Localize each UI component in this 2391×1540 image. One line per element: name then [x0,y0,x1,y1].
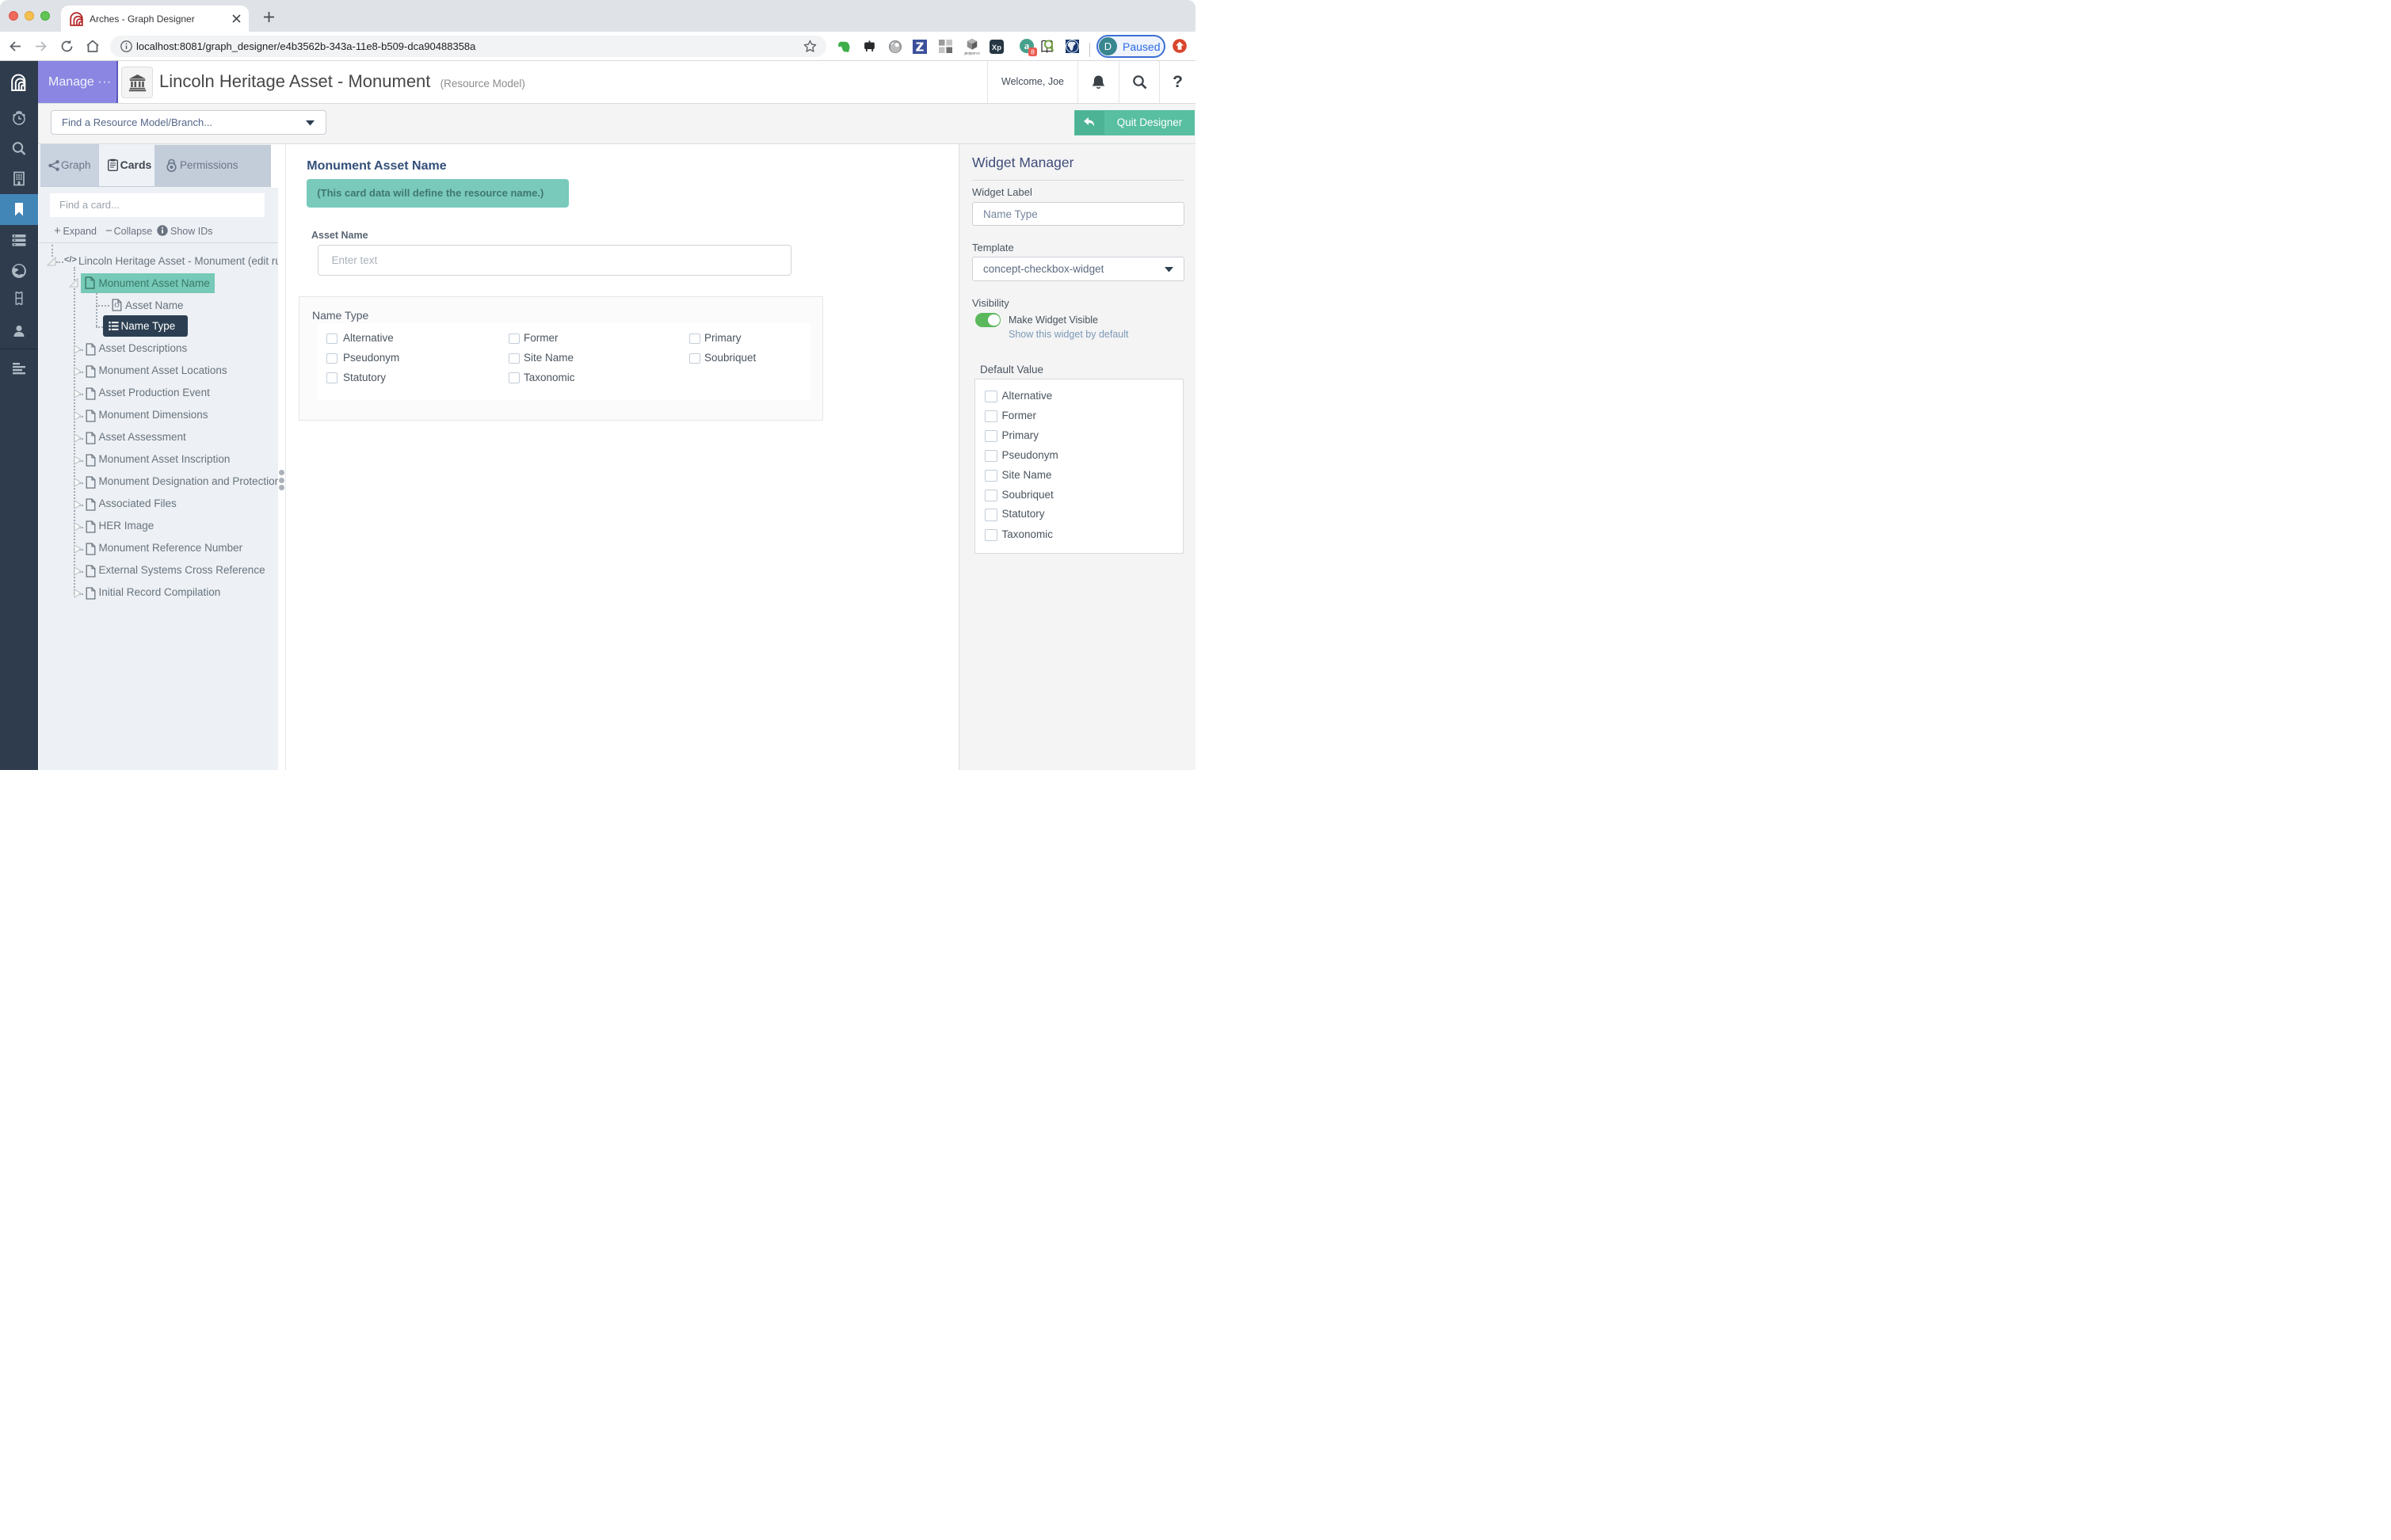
svg-text:geojson.io: geojson.io [964,51,980,56]
svg-text:Xp: Xp [991,44,1001,52]
svg-text:8: 8 [1031,48,1035,56]
